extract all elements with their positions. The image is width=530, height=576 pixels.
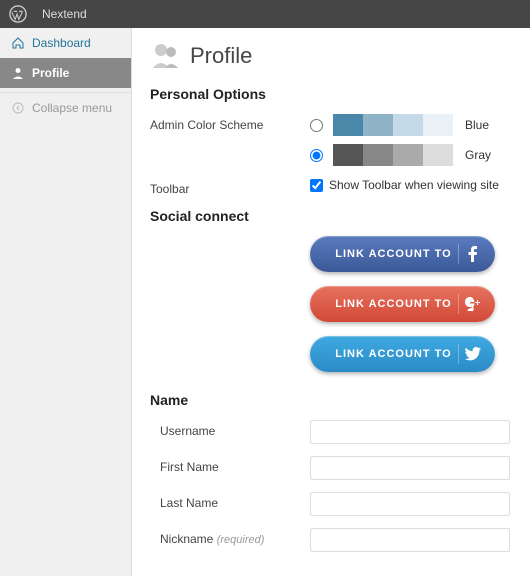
sidebar-label: Collapse menu <box>32 101 112 115</box>
collapse-icon <box>10 100 26 116</box>
swatch <box>393 144 423 166</box>
nickname-input[interactable] <box>310 528 510 552</box>
radio-gray[interactable] <box>310 149 323 162</box>
label-first-name: First Name <box>150 456 310 474</box>
page-title: Profile <box>190 43 252 69</box>
swatch <box>363 114 393 136</box>
sidebar-label: Profile <box>32 66 69 80</box>
nickname-label-text: Nickname <box>160 532 213 546</box>
section-social-connect: Social connect <box>150 208 512 224</box>
home-icon <box>10 35 26 51</box>
swatch <box>333 144 363 166</box>
facebook-icon <box>465 246 481 262</box>
link-twitter-button[interactable]: LINK ACCOUNT TO <box>310 336 495 372</box>
collapse-menu[interactable]: Collapse menu <box>0 92 131 123</box>
first-name-input[interactable] <box>310 456 510 480</box>
color-scheme-blue[interactable]: Blue <box>310 114 512 136</box>
sidebar-label: Dashboard <box>32 36 91 50</box>
sidebar-item-profile[interactable]: Profile <box>0 58 131 88</box>
link-google-button[interactable]: LINK ACCOUNT TO <box>310 286 495 322</box>
label-last-name: Last Name <box>150 492 310 510</box>
admin-bar: Nextend <box>0 0 530 28</box>
swatch <box>423 114 453 136</box>
main-content: Profile Personal Options Admin Color Sch… <box>132 28 530 576</box>
google-plus-icon <box>465 296 481 312</box>
username-input[interactable] <box>310 420 510 444</box>
swatches-blue <box>333 114 453 136</box>
toolbar-checkbox[interactable] <box>310 179 323 192</box>
site-name[interactable]: Nextend <box>42 7 87 21</box>
admin-sidebar: Dashboard Profile Collapse menu <box>0 28 132 576</box>
page-header: Profile <box>150 40 512 72</box>
swatch <box>363 144 393 166</box>
color-name-blue: Blue <box>465 118 489 132</box>
swatch <box>423 144 453 166</box>
sidebar-item-dashboard[interactable]: Dashboard <box>0 28 131 58</box>
user-icon <box>10 65 26 81</box>
color-scheme-picker: Blue Gray <box>310 114 512 166</box>
link-facebook-button[interactable]: LINK ACCOUNT TO <box>310 236 495 272</box>
section-personal-options: Personal Options <box>150 86 512 102</box>
color-name-gray: Gray <box>465 148 491 162</box>
color-scheme-gray[interactable]: Gray <box>310 144 512 166</box>
label-toolbar: Toolbar <box>150 178 310 196</box>
link-button-label: LINK ACCOUNT TO <box>335 348 451 360</box>
swatches-gray <box>333 144 453 166</box>
label-nickname: Nickname (required) <box>150 528 310 546</box>
radio-blue[interactable] <box>310 119 323 132</box>
required-hint: (required) <box>217 534 265 546</box>
link-button-label: LINK ACCOUNT TO <box>335 248 451 260</box>
swatch <box>333 114 363 136</box>
toolbar-checkbox-row[interactable]: Show Toolbar when viewing site <box>310 178 512 192</box>
link-button-label: LINK ACCOUNT TO <box>335 298 451 310</box>
profile-header-icon <box>150 40 182 72</box>
label-username: Username <box>150 420 310 438</box>
toolbar-checkbox-label: Show Toolbar when viewing site <box>329 178 499 192</box>
twitter-icon <box>465 346 481 362</box>
section-name: Name <box>150 392 512 408</box>
last-name-input[interactable] <box>310 492 510 516</box>
swatch <box>393 114 423 136</box>
wordpress-logo-icon[interactable] <box>8 4 28 24</box>
label-admin-color-scheme: Admin Color Scheme <box>150 114 310 132</box>
